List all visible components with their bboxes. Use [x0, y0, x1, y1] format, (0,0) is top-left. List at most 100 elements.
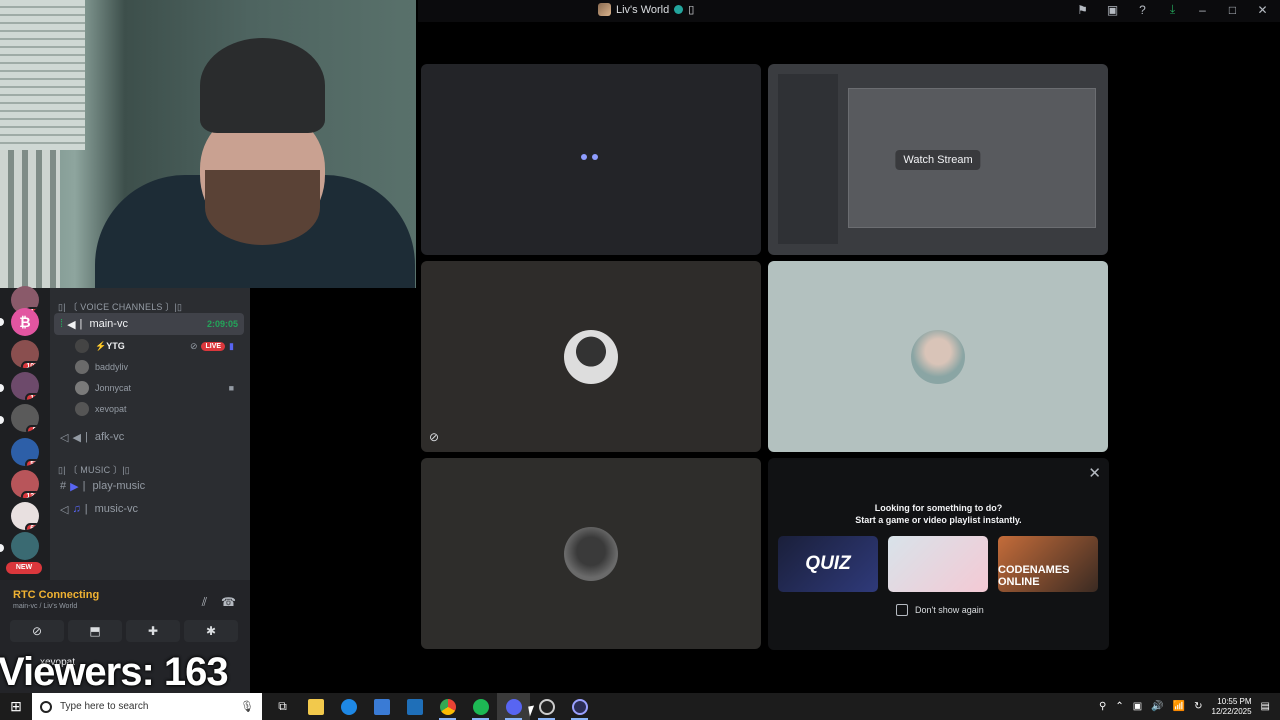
- channel-afk-vc-label: afk-vc: [94, 431, 125, 443]
- game-title: QUIZ: [805, 553, 851, 574]
- channel-afk-vc[interactable]: ◁ ◀ | afk-vc: [54, 426, 244, 448]
- spotify-icon[interactable]: [464, 693, 497, 720]
- dont-show-label: Don't show again: [915, 605, 984, 615]
- camera-toggle-button[interactable]: ⊘: [10, 620, 64, 642]
- game-quiz-planet[interactable]: QUIZ: [778, 536, 878, 592]
- windows-taskbar: ⊞ Type here to search 🎙 ⧉ ⚲ ⌃ ▣ 🔊 📶 ↻ 10…: [0, 693, 1280, 720]
- clock[interactable]: 10:55 PM 12/22/2025: [1212, 697, 1252, 717]
- help-icon[interactable]: ?: [1135, 2, 1150, 17]
- live-badge: LIVE: [201, 341, 226, 351]
- unread-pill: [0, 416, 4, 424]
- dont-show-checkbox[interactable]: [896, 604, 908, 616]
- game-christmas[interactable]: [888, 536, 988, 592]
- speaker-icon: ◀: [72, 431, 81, 444]
- mention-badge: 105: [21, 361, 39, 368]
- avatar: [75, 402, 89, 416]
- game-codenames[interactable]: CODENAMES ONLINE: [998, 536, 1098, 592]
- server-icon-5[interactable]: 8: [11, 404, 39, 432]
- edge-icon[interactable]: [332, 693, 365, 720]
- new-servers-badge[interactable]: NEW: [6, 562, 42, 574]
- taskbar-search[interactable]: Type here to search 🎙: [32, 693, 262, 720]
- download-icon[interactable]: ⤓: [1165, 2, 1180, 17]
- voice-location[interactable]: main-vc / Liv's World: [13, 603, 77, 610]
- muted-icon: ⊘: [429, 430, 440, 444]
- chrome-icon[interactable]: [431, 693, 464, 720]
- soundboard-button[interactable]: ✱: [184, 620, 238, 642]
- video-tile-loading[interactable]: [421, 64, 761, 255]
- inbox-icon[interactable]: ⚑: [1075, 2, 1090, 17]
- speaker-icon: ◁: [60, 503, 69, 516]
- notifications-icon[interactable]: ▤: [1261, 701, 1270, 712]
- voice-user-name: xevopat: [95, 404, 127, 414]
- screen-share-button[interactable]: ⬒: [68, 620, 122, 642]
- voice-user[interactable]: baddyliv: [75, 357, 240, 377]
- chevron-up-icon[interactable]: ⌃: [1115, 701, 1123, 712]
- server-icon-6[interactable]: 55: [11, 438, 39, 466]
- mention-badge: 66: [25, 523, 39, 530]
- discord-taskbar-icon[interactable]: [497, 693, 530, 720]
- video-tile-stream[interactable]: Watch Stream: [768, 64, 1108, 255]
- minimize-icon[interactable]: –: [1195, 2, 1210, 17]
- channel-main-vc[interactable]: ⁞ ◀ | main-vc 2:09:05: [54, 313, 244, 335]
- mail-icon[interactable]: [398, 693, 431, 720]
- watch-stream-button[interactable]: Watch Stream: [895, 149, 981, 170]
- obs-icon[interactable]: [530, 693, 563, 720]
- voice-user-status: ■: [229, 383, 234, 393]
- voice-activity-icon: ⁞: [60, 318, 64, 330]
- dont-show-again[interactable]: Don't show again: [896, 604, 984, 616]
- noise-suppression-icon[interactable]: ⫽: [202, 595, 207, 610]
- windows-start-icon[interactable]: ⊞: [0, 693, 32, 720]
- video-tile-user[interactable]: [421, 458, 761, 649]
- volume-icon[interactable]: 🔊: [1151, 701, 1163, 712]
- screen-share-icon[interactable]: ▣: [1105, 2, 1120, 17]
- tray-app-icon[interactable]: ▣: [1133, 701, 1142, 712]
- sync-icon[interactable]: ↻: [1194, 701, 1202, 712]
- game-title: CODENAMES ONLINE: [998, 564, 1070, 588]
- people-icon[interactable]: ⚲: [1099, 701, 1106, 712]
- viewer-count-overlay: Viewers: 163: [0, 650, 229, 694]
- window-title-text: Liv's World: [616, 3, 670, 16]
- file-explorer-icon[interactable]: [299, 693, 332, 720]
- voice-user[interactable]: xevopat: [75, 399, 240, 419]
- voice-user[interactable]: Jonnycat ■: [75, 378, 240, 398]
- channel-play-music-label: play-music: [92, 480, 146, 492]
- discord-window: Liv's World ▯ ⚑ ▣ ? ⤓ – □ ✕ 14 ₿ 105 16 …: [0, 0, 1280, 720]
- voice-user-status: ⊘ LIVE ▮: [190, 341, 234, 352]
- video-tile-user[interactable]: [768, 261, 1108, 452]
- server-icon-3[interactable]: 105: [11, 340, 39, 368]
- close-window-icon[interactable]: ✕: [1255, 2, 1270, 17]
- avatar: [564, 329, 618, 384]
- clock-time: 10:55 PM: [1217, 696, 1252, 706]
- server-icon-9[interactable]: [11, 532, 39, 560]
- deafened-icon: ⊘: [189, 340, 198, 351]
- activity-game-list: QUIZ CODENAMES ONLINE: [778, 536, 1098, 592]
- disconnect-icon[interactable]: ☎: [221, 595, 236, 610]
- rtc-status[interactable]: RTC Connecting: [13, 589, 99, 601]
- voice-action-buttons: ⊘ ⬒ ✚ ✱: [10, 620, 238, 642]
- activity-prompt-line2: Start a game or video playlist instantly…: [855, 515, 1022, 525]
- channel-play-music[interactable]: # ▶ | play-music: [54, 475, 244, 497]
- stream-preview-icon: ▮: [229, 340, 234, 351]
- taskbar-apps: ⧉: [266, 693, 596, 720]
- titlebar-actions: ⚑ ▣ ? ⤓ – □ ✕: [1075, 2, 1270, 17]
- server-icon-2[interactable]: ₿: [11, 308, 39, 336]
- maximize-icon[interactable]: □: [1225, 2, 1240, 17]
- voice-user[interactable]: ⚡YTG ⊘ LIVE ▮: [75, 336, 240, 356]
- avatar: [75, 360, 89, 374]
- task-view-icon[interactable]: ⧉: [266, 693, 299, 720]
- activities-button[interactable]: ✚: [126, 620, 180, 642]
- server-icon-8[interactable]: 66: [11, 502, 39, 530]
- play-icon: ▶: [70, 480, 79, 493]
- store-icon[interactable]: [365, 693, 398, 720]
- microphone-icon[interactable]: 🎙: [240, 700, 254, 713]
- channel-name: |: [84, 431, 91, 443]
- category-voice-channels[interactable]: ▯| 〔 VOICE CHANNELS 〕|▯: [58, 300, 182, 313]
- video-tile-user[interactable]: ⊘: [421, 261, 761, 452]
- streaming-app-icon[interactable]: [563, 693, 596, 720]
- network-icon[interactable]: 📶: [1173, 701, 1185, 712]
- server-icon-7[interactable]: 122: [11, 470, 39, 498]
- clock-date: 12/22/2025: [1211, 706, 1252, 716]
- close-icon[interactable]: ✕: [1088, 464, 1101, 482]
- channel-music-vc[interactable]: ◁ ♫ | music-vc: [54, 498, 244, 520]
- server-icon-4[interactable]: 16: [11, 372, 39, 400]
